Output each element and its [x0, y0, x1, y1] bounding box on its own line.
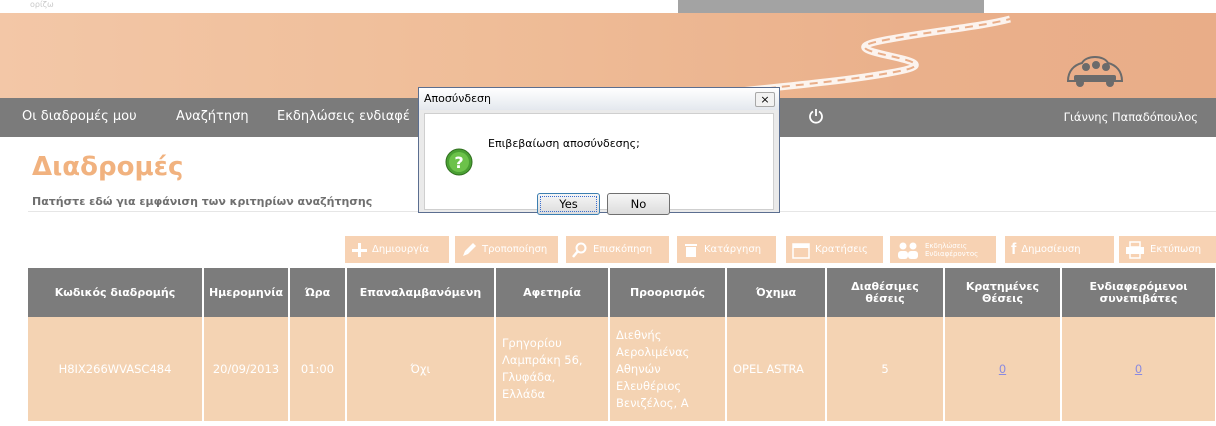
col-available-seats[interactable]: Διαθέσιμες θέσεις — [826, 268, 945, 317]
banner — [0, 13, 1216, 98]
facebook-icon: f — [1011, 240, 1017, 258]
cell-interested-passengers: 0 — [1061, 317, 1216, 421]
nav-interest-events[interactable]: Εκδηλώσεις ενδιαφέ — [277, 109, 410, 124]
trash-icon — [685, 243, 697, 257]
print-icon — [1126, 240, 1144, 259]
table-row[interactable]: H8IX266WVASC484 20/09/2013 01:00 Όχι Γρη… — [28, 317, 1216, 421]
user-name[interactable]: Γιάννης Παπαδόπουλος — [1064, 110, 1198, 124]
header-grey-tab — [678, 0, 984, 13]
col-booked-seats[interactable]: Κρατημένες Θέσεις — [944, 268, 1062, 317]
cell-booked-seats: 0 — [944, 317, 1062, 421]
cell-available-seats: 5 — [826, 317, 945, 421]
cell-origin: Γρηγορίου Λαμπράκη 56, Γλυφάδα, Ελλάδα — [495, 317, 610, 421]
logo: ορίζω — [30, 0, 54, 9]
dialog-body: ? Επιβεβαίωση αποσύνδεσης; Yes No — [424, 113, 774, 215]
dialog-title: Αποσύνδεση — [424, 92, 491, 105]
cell-destination: Διεθνής Αερολιμένας Αθηνών Ελευθέριος Βε… — [609, 317, 727, 421]
nav-my-routes[interactable]: Οι διαδρομές μου — [22, 109, 137, 124]
people-icon — [898, 242, 918, 259]
bookings-button[interactable]: Κρατήσεις — [786, 236, 883, 263]
interest-events-button[interactable]: Εκδηλώσεις Ενδιαφέροντος — [890, 236, 996, 263]
question-icon: ? — [445, 148, 473, 176]
create-button[interactable]: Δημιουργία — [345, 236, 449, 263]
delete-button[interactable]: Κατάργηση — [677, 236, 776, 263]
page-title: Διαδρομές — [32, 152, 184, 182]
col-date[interactable]: Ημερομηνία — [203, 268, 290, 317]
publish-button[interactable]: f Δημοσίευση — [1005, 236, 1114, 263]
edit-button[interactable]: Τροποποίηση — [455, 236, 558, 263]
interested-passengers-link[interactable]: 0 — [1135, 362, 1142, 376]
search-icon — [572, 242, 587, 258]
dialog-close-button[interactable]: × — [755, 92, 775, 107]
col-time[interactable]: Ώρα — [289, 268, 347, 317]
print-button[interactable]: Εκτύπωση — [1119, 236, 1216, 263]
dialog-message: Επιβεβαίωση αποσύνδεσης; — [488, 137, 640, 150]
preview-button[interactable]: Επισκόπηση — [566, 236, 669, 263]
col-route-code[interactable]: Κωδικός διαδρομής — [28, 268, 204, 317]
top-strip: ορίζω — [0, 0, 1216, 13]
calendar-icon — [792, 242, 810, 259]
search-criteria-toggle[interactable]: Πατήστε εδώ για εμφάνιση των κριτηρίων α… — [32, 195, 372, 208]
cell-vehicle: OPEL ASTRA — [726, 317, 827, 421]
pencil-icon — [463, 242, 476, 256]
col-recurring[interactable]: Επαναλαμβανόμενη — [346, 268, 496, 317]
car-logo-icon — [1066, 56, 1124, 87]
cell-recurring: Όχι — [346, 317, 496, 421]
logout-dialog: Αποσύνδεση × ? Επιβεβαίωση αποσύνδεσης; … — [418, 87, 780, 215]
col-vehicle[interactable]: Όχημα — [726, 268, 827, 317]
col-destination[interactable]: Προορισμός — [609, 268, 727, 317]
power-icon[interactable] — [808, 108, 824, 128]
routes-table: Κωδικός διαδρομής Ημερομηνία Ώρα Επαναλα… — [28, 268, 1216, 421]
cell-time: 01:00 — [289, 317, 347, 421]
cell-date: 20/09/2013 — [203, 317, 290, 421]
road-illustration — [739, 15, 1124, 95]
col-interested-passengers[interactable]: Ενδιαφερόμενοι συνεπιβάτες — [1061, 268, 1216, 317]
cell-route-code: H8IX266WVASC484 — [28, 317, 204, 421]
yes-button[interactable]: Yes — [537, 193, 600, 215]
booked-seats-link[interactable]: 0 — [999, 362, 1006, 376]
table-header-row: Κωδικός διαδρομής Ημερομηνία Ώρα Επαναλα… — [28, 268, 1216, 317]
no-button[interactable]: No — [607, 193, 670, 215]
plus-icon — [352, 242, 367, 257]
nav-search[interactable]: Αναζήτηση — [176, 109, 249, 124]
dialog-titlebar[interactable]: Αποσύνδεση × — [419, 88, 779, 110]
svg-text:?: ? — [454, 153, 463, 172]
col-origin[interactable]: Αφετηρία — [495, 268, 610, 317]
